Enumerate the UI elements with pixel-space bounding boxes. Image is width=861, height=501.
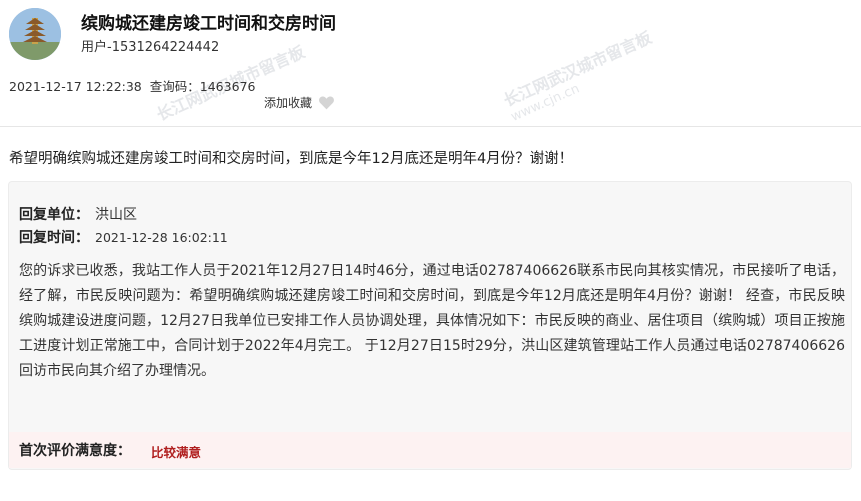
query-code-label: 查询码：: [149, 79, 200, 94]
rating-value: 比较满意: [151, 445, 202, 460]
reply-unit-row: 回复单位： 洪山区: [19, 204, 137, 224]
add-favorite-button[interactable]: 添加收藏: [264, 94, 335, 111]
rating-label: 首次评价满意度：: [19, 443, 131, 459]
favorite-label: 添加收藏: [264, 96, 313, 110]
query-code: 1463676: [199, 79, 256, 94]
reply-time-row: 回复时间： 2021-12-28 16:02:11: [19, 227, 228, 247]
username: 用户-1531264224442: [81, 40, 220, 55]
reply-time: 2021-12-28 16:02:11: [95, 230, 228, 245]
reply-content: 您的诉求已收悉，我站工作人员于2021年12月27日14时46分，通过电话027…: [19, 263, 845, 379]
pagoda-avatar-icon: [9, 8, 61, 60]
post-meta: 2021-12-17 12:22:38 查询码：1463676: [9, 76, 255, 95]
rating-bar: 首次评价满意度： 比较满意: [9, 432, 851, 468]
post-datetime: 2021-12-17 12:22:38: [9, 79, 142, 94]
avatar: [9, 8, 61, 60]
page-title: 缤购城还建房竣工时间和交房时间: [81, 14, 336, 34]
question-text: 希望明确缤购城还建房竣工时间和交房时间，到底是今年12月底还是明年4月份？谢谢！: [9, 151, 574, 167]
reply-time-label: 回复时间：: [19, 230, 89, 246]
reply-unit-label: 回复单位：: [19, 207, 89, 223]
reply-unit: 洪山区: [95, 207, 137, 223]
divider: [0, 126, 861, 127]
heart-icon: [319, 96, 334, 110]
reply-panel: 回复单位： 洪山区 回复时间： 2021-12-28 16:02:11 您的诉求已收…: [8, 181, 852, 470]
watermark: 长江网武汉城市留言板www.cjn.cn: [500, 27, 655, 125]
